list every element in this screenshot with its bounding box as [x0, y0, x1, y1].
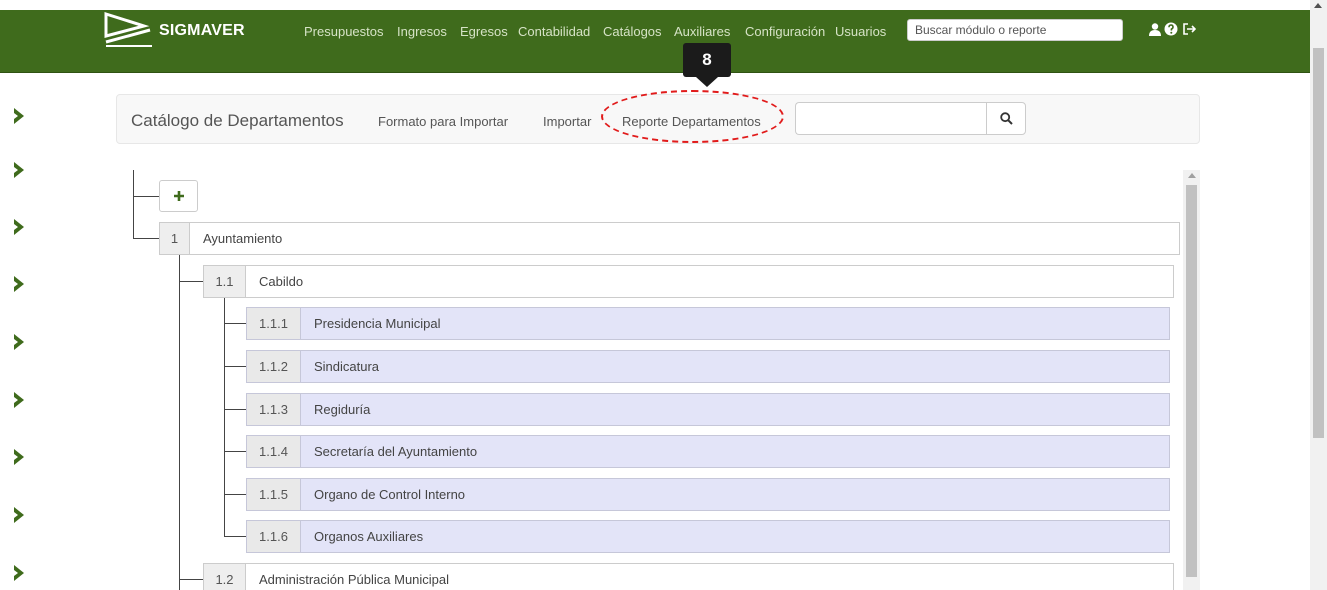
- chevron-right-icon[interactable]: [12, 564, 26, 582]
- nav-egresos[interactable]: Egresos: [460, 24, 508, 39]
- node-label: Ayuntamiento: [203, 231, 283, 246]
- tree-node[interactable]: 1.1.5 Organo de Control Interno: [246, 478, 1170, 511]
- tree-connector: [133, 196, 159, 197]
- chevron-right-icon[interactable]: [12, 391, 26, 409]
- node-number: 1.1.2: [247, 351, 301, 382]
- help-icon[interactable]: [1164, 22, 1178, 36]
- brand-name[interactable]: SIGMAVER: [159, 22, 245, 40]
- tree-connector: [179, 255, 180, 590]
- page-title: Catálogo de Departamentos: [131, 111, 344, 130]
- node-label: Sindicatura: [314, 359, 380, 374]
- search-button[interactable]: [986, 102, 1026, 135]
- tree-node[interactable]: 1.1.2 Sindicatura: [246, 350, 1170, 383]
- tree-connector: [224, 536, 246, 537]
- add-department-button[interactable]: [159, 180, 198, 212]
- node-number: 1.1: [204, 266, 246, 297]
- tree-connector: [133, 238, 159, 239]
- node-label: Administración Pública Municipal: [259, 572, 450, 587]
- tree-connector: [224, 494, 246, 495]
- tree-node[interactable]: 1.1 Cabildo: [203, 265, 1174, 298]
- tree-connector: [224, 366, 246, 367]
- nav-configuracion[interactable]: Configuración: [745, 24, 825, 39]
- tree-node[interactable]: 1.1.4 Secretaría del Ayuntamiento: [246, 435, 1170, 468]
- nav-catalogos[interactable]: Catálogos: [603, 24, 662, 39]
- node-label: Organos Auxiliares: [314, 529, 424, 544]
- node-number: 1.1.4: [247, 436, 301, 467]
- tree-connector: [224, 298, 225, 536]
- node-label: Organo de Control Interno: [314, 487, 466, 502]
- plus-icon: [174, 191, 184, 201]
- sigmaver-logo-icon[interactable]: [104, 12, 154, 48]
- nav-presupuestos[interactable]: Presupuestos: [304, 24, 384, 39]
- tree-connector: [224, 409, 246, 410]
- highlight-ring: [601, 90, 784, 143]
- nav-ingresos[interactable]: Ingresos: [397, 24, 447, 39]
- catalog-search-input[interactable]: [795, 102, 986, 135]
- page-scrollbar-thumb[interactable]: [1313, 48, 1324, 438]
- tree-node[interactable]: 1 Ayuntamiento: [159, 222, 1180, 255]
- node-label: Regiduría: [314, 402, 371, 417]
- node-label: Cabildo: [259, 274, 304, 289]
- tree-connector: [224, 451, 246, 452]
- user-icon[interactable]: [1148, 22, 1162, 36]
- node-number: 1.1.1: [247, 308, 301, 339]
- nav-auxiliares[interactable]: Auxiliares: [674, 24, 730, 39]
- nav-usuarios[interactable]: Usuarios: [835, 24, 886, 39]
- module-search-input[interactable]: [907, 19, 1123, 41]
- chevron-right-icon[interactable]: [12, 218, 26, 236]
- node-number: 1: [160, 223, 190, 254]
- tree-connector: [179, 281, 203, 282]
- search-icon: [1000, 112, 1013, 125]
- tree-connector: [224, 323, 246, 324]
- node-number: 1.1.3: [247, 394, 301, 425]
- tree-connector: [179, 579, 203, 580]
- import-format-link[interactable]: Formato para Importar: [378, 114, 508, 129]
- chevron-right-icon[interactable]: [12, 161, 26, 179]
- node-number: 1.2: [204, 564, 246, 590]
- node-label: Secretaría del Ayuntamiento: [314, 444, 478, 459]
- tree-scroll-up-arrow-icon[interactable]: [1188, 173, 1196, 178]
- tree-node[interactable]: 1.1.6 Organos Auxiliares: [246, 520, 1170, 553]
- tree-node[interactable]: 1.1.1 Presidencia Municipal: [246, 307, 1170, 340]
- tree-node[interactable]: 1.2 Administración Pública Municipal: [203, 563, 1174, 590]
- logout-icon[interactable]: [1182, 22, 1196, 36]
- step-marker: 8: [683, 43, 731, 77]
- chevron-right-icon[interactable]: [12, 107, 26, 125]
- import-link[interactable]: Importar: [543, 114, 591, 129]
- tree-connector: [133, 170, 134, 239]
- scroll-up-arrow-icon[interactable]: [1314, 3, 1322, 8]
- chevron-right-icon[interactable]: [12, 275, 26, 293]
- node-number: 1.1.6: [247, 521, 301, 552]
- tree-node[interactable]: 1.1.3 Regiduría: [246, 393, 1170, 426]
- tree-scrollbar-thumb[interactable]: [1186, 185, 1197, 577]
- chevron-right-icon[interactable]: [12, 333, 26, 351]
- node-number: 1.1.5: [247, 479, 301, 510]
- chevron-right-icon[interactable]: [12, 448, 26, 466]
- step-marker-pointer: [696, 77, 718, 87]
- chevron-right-icon[interactable]: [12, 506, 26, 524]
- node-label: Presidencia Municipal: [314, 316, 441, 331]
- nav-contabilidad[interactable]: Contabilidad: [518, 24, 590, 39]
